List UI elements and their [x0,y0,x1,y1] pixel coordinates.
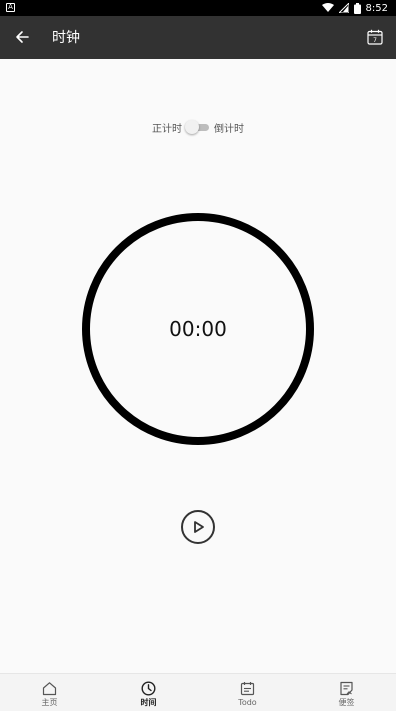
note-icon [340,681,353,695]
nav-label-notes: 便签 [338,698,355,707]
nav-item-time[interactable]: 时间 [99,674,198,711]
calendar-button[interactable]: 7 [364,26,386,48]
status-icons: 8:52 [321,0,388,16]
play-icon [194,521,204,533]
mode-switch[interactable] [185,120,209,134]
page-title: 时钟 [52,30,80,46]
timer-mode-toggle: 正计时 倒计时 [0,119,396,135]
play-button[interactable] [181,510,215,544]
nav-item-notes[interactable]: 便签 [297,674,396,711]
switch-thumb [185,120,199,134]
count-up-label: 正计时 [152,123,182,135]
status-time: 8:52 [365,2,388,14]
signal-icon [338,3,349,13]
status-bar: A 8:52 [0,0,396,16]
notification-a-icon: A [6,3,15,12]
nav-item-home[interactable]: 主页 [0,674,99,711]
wifi-icon [321,3,334,12]
calendar-day: 7 [373,37,377,44]
app-bar: 时钟 7 [0,16,396,59]
nav-label-time: 时间 [140,698,157,707]
battery-icon [353,2,361,14]
countdown-label: 倒计时 [214,123,244,135]
back-arrow-icon [16,31,29,43]
todo-icon [240,681,255,695]
back-button[interactable] [10,25,34,49]
nav-label-todo: Todo [238,698,257,707]
calendar-icon: 7 [367,29,383,45]
nav-label-home: 主页 [41,698,58,707]
nav-item-todo[interactable]: Todo [198,674,297,711]
timer-display: 00:00 [169,317,227,341]
bottom-nav: 主页 时间 Todo 便签 [0,673,396,711]
timer-ring: 00:00 [82,213,314,445]
clock-icon [141,680,156,696]
home-icon [42,681,57,695]
